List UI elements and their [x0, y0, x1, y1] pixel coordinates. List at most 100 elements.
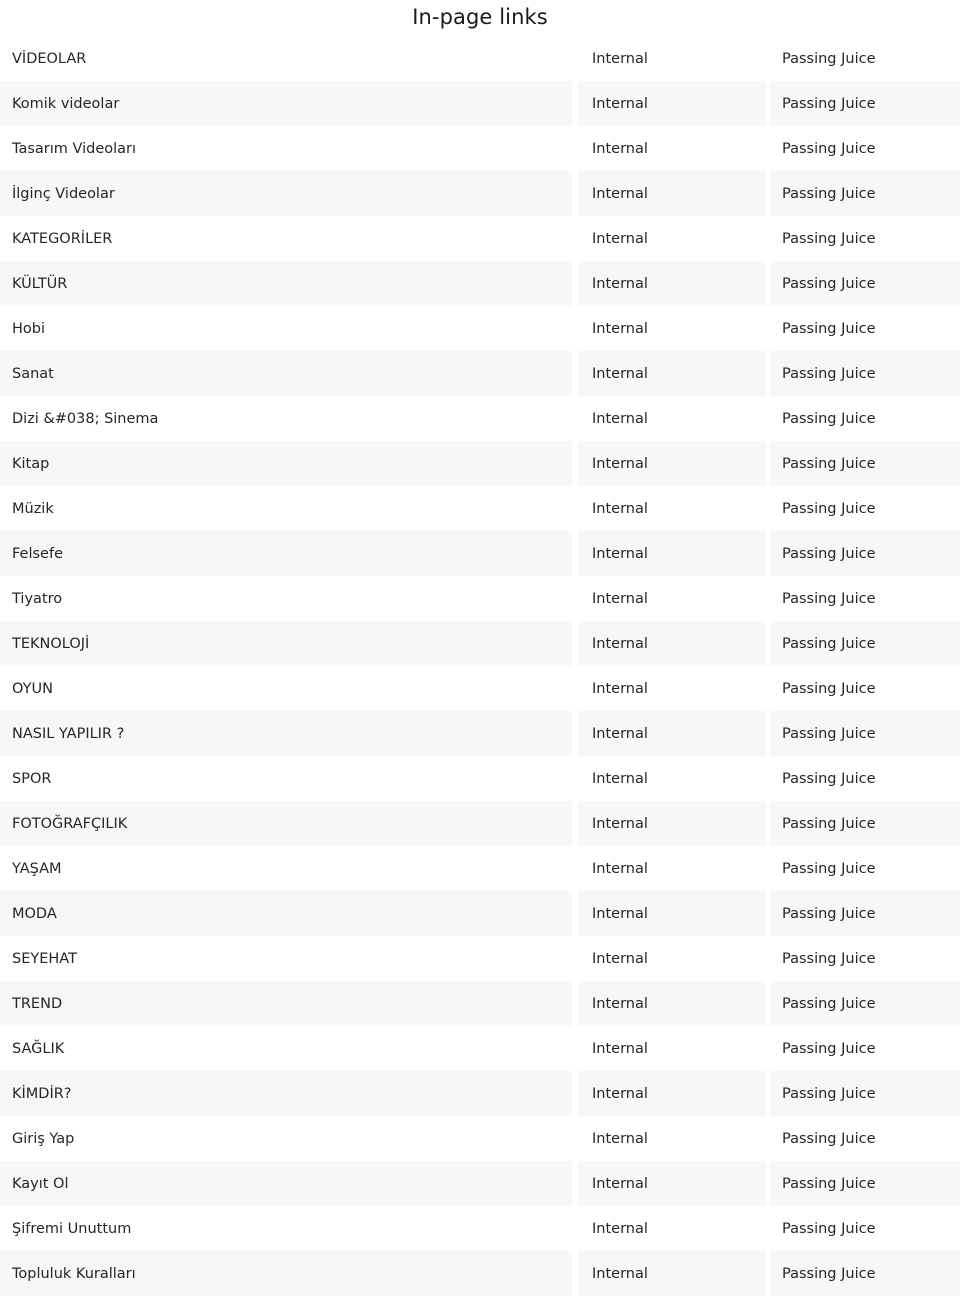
link-type-value: Internal: [578, 666, 766, 711]
link-anchor-text[interactable]: Kitap: [0, 441, 572, 486]
link-anchor-text[interactable]: Tiyatro: [0, 576, 572, 621]
link-juice-value: Passing Juice: [770, 981, 960, 1026]
table-row[interactable]: TREND Internal Passing Juice: [0, 981, 960, 1026]
link-anchor-text[interactable]: Topluluk Kuralları: [0, 1251, 572, 1296]
table-row[interactable]: Şifremi Unuttum Internal Passing Juice: [0, 1206, 960, 1251]
link-anchor-text[interactable]: SPOR: [0, 756, 572, 801]
table-row[interactable]: YAŞAM Internal Passing Juice: [0, 846, 960, 891]
link-juice-value: Passing Juice: [770, 396, 960, 441]
table-row[interactable]: SAĞLIK Internal Passing Juice: [0, 1026, 960, 1071]
link-juice-value: Passing Juice: [770, 36, 960, 81]
table-row[interactable]: Hobi Internal Passing Juice: [0, 306, 960, 351]
link-anchor-text[interactable]: Giriş Yap: [0, 1116, 572, 1161]
table-row[interactable]: SEYEHAT Internal Passing Juice: [0, 936, 960, 981]
link-juice-value: Passing Juice: [770, 1071, 960, 1116]
table-row[interactable]: MODA Internal Passing Juice: [0, 891, 960, 936]
link-anchor-text[interactable]: OYUN: [0, 666, 572, 711]
link-type-value: Internal: [578, 576, 766, 621]
link-anchor-text[interactable]: Şifremi Unuttum: [0, 1206, 572, 1251]
in-page-links-report: In-page links VİDEOLAR Internal Passing Ju…: [0, 0, 960, 1296]
link-juice-value: Passing Juice: [770, 126, 960, 171]
link-anchor-text[interactable]: Dizi &#038; Sinema: [0, 396, 572, 441]
table-row[interactable]: SPOR Internal Passing Juice: [0, 756, 960, 801]
link-juice-value: Passing Juice: [770, 1251, 960, 1296]
link-anchor-text[interactable]: TREND: [0, 981, 572, 1026]
link-anchor-text[interactable]: YAŞAM: [0, 846, 572, 891]
table-row[interactable]: KİMDİR? Internal Passing Juice: [0, 1071, 960, 1116]
link-anchor-text[interactable]: SAĞLIK: [0, 1026, 572, 1071]
in-page-links-table: VİDEOLAR Internal Passing Juice Komik video…: [0, 36, 960, 1296]
link-type-value: Internal: [578, 486, 766, 531]
link-anchor-text[interactable]: SEYEHAT: [0, 936, 572, 981]
table-row[interactable]: VİDEOLAR Internal Passing Juice: [0, 36, 960, 81]
link-anchor-text[interactable]: Komik videolar: [0, 81, 572, 126]
link-anchor-text[interactable]: KİMDİR?: [0, 1071, 572, 1116]
link-type-value: Internal: [578, 1071, 766, 1116]
link-juice-value: Passing Juice: [770, 306, 960, 351]
link-juice-value: Passing Juice: [770, 711, 960, 756]
link-anchor-text[interactable]: VİDEOLAR: [0, 36, 572, 81]
link-type-value: Internal: [578, 126, 766, 171]
link-anchor-text[interactable]: İlginç Videolar: [0, 171, 572, 216]
link-anchor-text[interactable]: MODA: [0, 891, 572, 936]
page-title: In-page links: [412, 5, 548, 29]
table-row[interactable]: Kitap Internal Passing Juice: [0, 441, 960, 486]
link-anchor-text[interactable]: TEKNOLOJİ: [0, 621, 572, 666]
table-row[interactable]: İlginç Videolar Internal Passing Juice: [0, 171, 960, 216]
link-anchor-text[interactable]: Müzik: [0, 486, 572, 531]
table-row[interactable]: Komik videolar Internal Passing Juice: [0, 81, 960, 126]
table-row[interactable]: KATEGORİLER Internal Passing Juice: [0, 216, 960, 261]
link-anchor-text[interactable]: KATEGORİLER: [0, 216, 572, 261]
link-type-value: Internal: [578, 81, 766, 126]
links-table-body: VİDEOLAR Internal Passing Juice Komik video…: [0, 36, 960, 1296]
table-row[interactable]: Tasarım Videoları Internal Passing Juice: [0, 126, 960, 171]
table-row[interactable]: FOTOĞRAFÇILIK Internal Passing Juice: [0, 801, 960, 846]
table-row[interactable]: Topluluk Kuralları Internal Passing Juice: [0, 1251, 960, 1296]
link-type-value: Internal: [578, 801, 766, 846]
link-juice-value: Passing Juice: [770, 81, 960, 126]
link-juice-value: Passing Juice: [770, 531, 960, 576]
link-type-value: Internal: [578, 1251, 766, 1296]
link-juice-value: Passing Juice: [770, 891, 960, 936]
table-row[interactable]: NASIL YAPILIR ? Internal Passing Juice: [0, 711, 960, 756]
link-juice-value: Passing Juice: [770, 351, 960, 396]
link-anchor-text[interactable]: Tasarım Videoları: [0, 126, 572, 171]
table-row[interactable]: Müzik Internal Passing Juice: [0, 486, 960, 531]
table-row[interactable]: KÜLTÜR Internal Passing Juice: [0, 261, 960, 306]
link-juice-value: Passing Juice: [770, 261, 960, 306]
link-type-value: Internal: [578, 621, 766, 666]
link-type-value: Internal: [578, 396, 766, 441]
link-anchor-text[interactable]: Sanat: [0, 351, 572, 396]
table-row[interactable]: Giriş Yap Internal Passing Juice: [0, 1116, 960, 1161]
link-juice-value: Passing Juice: [770, 441, 960, 486]
link-juice-value: Passing Juice: [770, 801, 960, 846]
table-row[interactable]: TEKNOLOJİ Internal Passing Juice: [0, 621, 960, 666]
link-juice-value: Passing Juice: [770, 621, 960, 666]
link-anchor-text[interactable]: Felsefe: [0, 531, 572, 576]
table-row[interactable]: Dizi &#038; Sinema Internal Passing Juice: [0, 396, 960, 441]
link-type-value: Internal: [578, 936, 766, 981]
link-juice-value: Passing Juice: [770, 576, 960, 621]
link-juice-value: Passing Juice: [770, 171, 960, 216]
link-anchor-text[interactable]: Hobi: [0, 306, 572, 351]
link-juice-value: Passing Juice: [770, 666, 960, 711]
link-anchor-text[interactable]: Kayıt Ol: [0, 1161, 572, 1206]
link-juice-value: Passing Juice: [770, 216, 960, 261]
link-type-value: Internal: [578, 1026, 766, 1071]
link-type-value: Internal: [578, 711, 766, 756]
link-juice-value: Passing Juice: [770, 846, 960, 891]
table-row[interactable]: Kayıt Ol Internal Passing Juice: [0, 1161, 960, 1206]
link-juice-value: Passing Juice: [770, 756, 960, 801]
link-type-value: Internal: [578, 981, 766, 1026]
link-juice-value: Passing Juice: [770, 1161, 960, 1206]
link-anchor-text[interactable]: NASIL YAPILIR ?: [0, 711, 572, 756]
link-type-value: Internal: [578, 756, 766, 801]
table-row[interactable]: Felsefe Internal Passing Juice: [0, 531, 960, 576]
table-row[interactable]: Tiyatro Internal Passing Juice: [0, 576, 960, 621]
link-juice-value: Passing Juice: [770, 1026, 960, 1071]
table-row[interactable]: OYUN Internal Passing Juice: [0, 666, 960, 711]
link-anchor-text[interactable]: KÜLTÜR: [0, 261, 572, 306]
link-anchor-text[interactable]: FOTOĞRAFÇILIK: [0, 801, 572, 846]
table-row[interactable]: Sanat Internal Passing Juice: [0, 351, 960, 396]
link-type-value: Internal: [578, 891, 766, 936]
